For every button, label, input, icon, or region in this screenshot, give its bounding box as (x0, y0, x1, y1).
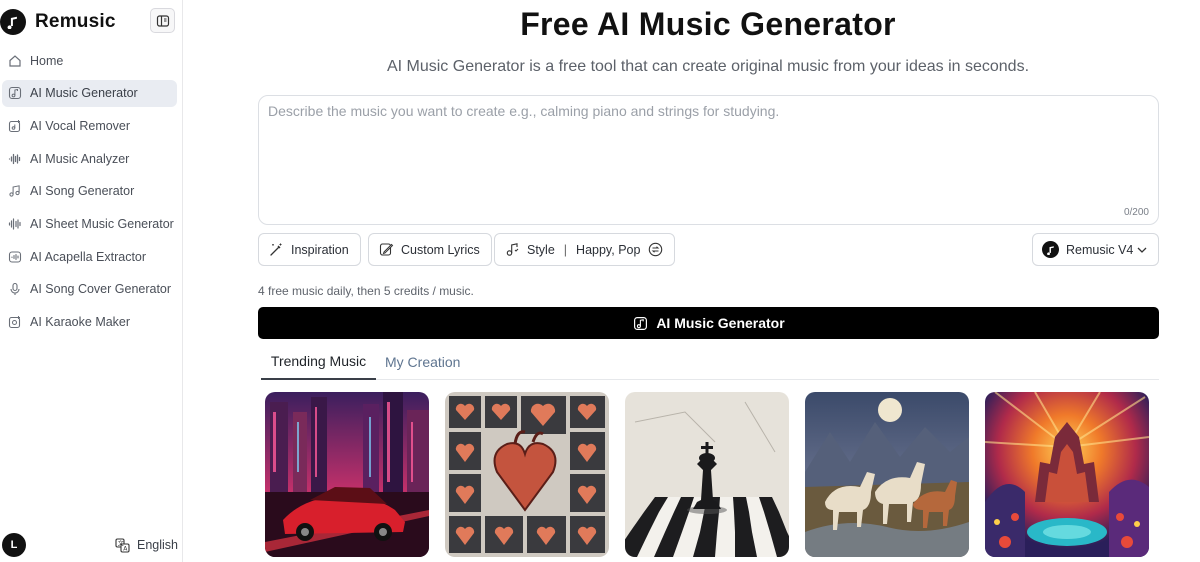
music-style-icon (504, 242, 520, 258)
page-subtitle: AI Music Generator is a free tool that c… (386, 58, 1030, 75)
sidebar-item-ai-music-analyzer[interactable]: AI Music Analyzer (2, 145, 177, 172)
vocal-remover-icon (7, 118, 23, 134)
acapella-icon (7, 249, 23, 265)
style-separator: | (563, 242, 568, 257)
main-content: Free AI Music Generator AI Music Generat… (183, 0, 1200, 562)
page-title: Free AI Music Generator (520, 6, 896, 42)
music-card[interactable] (625, 392, 789, 557)
music-tabs: Trending Music My Creation (261, 344, 1159, 380)
sidebar-item-home[interactable]: Home (2, 47, 177, 74)
home-icon (7, 53, 23, 69)
model-select[interactable]: Remusic V4 (1032, 233, 1159, 266)
sidebar-item-label: AI Karaoke Maker (30, 315, 131, 329)
language-label: English (137, 538, 178, 552)
generate-button-label: AI Music Generator (656, 315, 785, 331)
hearts-grid-thumbnail (445, 392, 609, 557)
sidebar-item-ai-song-cover-generator[interactable]: AI Song Cover Generator (2, 276, 177, 303)
horses-moon-thumbnail (805, 392, 969, 557)
language-selector[interactable]: 文A English (114, 537, 178, 553)
sidebar-item-ai-acapella-extractor[interactable]: AI Acapella Extractor (2, 243, 177, 270)
song-notes-icon (7, 183, 23, 199)
user-avatar[interactable]: L (2, 533, 26, 557)
sidebar-item-ai-music-generator[interactable]: AI Music Generator (2, 79, 177, 107)
music-cards (265, 392, 1160, 562)
waveform-icon (7, 151, 23, 167)
sidebar-item-label: AI Music Generator (30, 86, 138, 101)
psychedelic-temple-thumbnail (985, 392, 1149, 557)
music-card[interactable] (445, 392, 609, 557)
char-counter: 0/200 (1123, 207, 1149, 218)
chess-king-thumbnail (625, 392, 789, 557)
music-card[interactable] (985, 392, 1149, 557)
music-card[interactable] (265, 392, 429, 557)
credits-note: 4 free music daily, then 5 credits / mus… (258, 284, 474, 298)
sidebar-item-label: AI Vocal Remover (30, 118, 131, 133)
style-label: Style (527, 242, 555, 257)
sidebar-item-label: AI Music Analyzer (30, 151, 130, 166)
sidebar-item-label: AI Sheet Music Generator (30, 216, 174, 231)
remusic-model-icon (1042, 241, 1059, 258)
prompt-box: 0/200 (258, 95, 1159, 225)
sheet-waveform-icon (7, 216, 23, 232)
inspiration-label: Inspiration (291, 242, 349, 257)
remusic-logo-icon (0, 9, 26, 35)
shuffle-icon[interactable] (647, 242, 663, 258)
edit-lyrics-icon (378, 242, 394, 258)
sidebar-item-ai-vocal-remover[interactable]: AI Vocal Remover (2, 112, 177, 139)
chevron-down-icon (1137, 247, 1147, 253)
custom-lyrics-label: Custom Lyrics (401, 242, 480, 257)
sidebar-toggle-button[interactable] (150, 8, 175, 33)
generate-button[interactable]: AI Music Generator (258, 307, 1159, 339)
tab-my-creation[interactable]: My Creation (385, 344, 460, 380)
model-select-value: Remusic V4 (1066, 242, 1134, 257)
music-note-icon (632, 315, 648, 331)
custom-lyrics-button[interactable]: Custom Lyrics (368, 233, 492, 266)
microphone-icon (7, 281, 23, 297)
karaoke-icon (7, 314, 23, 330)
sidebar-item-label: AI Song Cover Generator (30, 282, 172, 297)
prompt-input[interactable] (268, 103, 1148, 203)
sidebar: Remusic Home AI Music Generator AI Vocal… (0, 0, 183, 562)
app-name: Remusic (35, 11, 116, 32)
sidebar-item-ai-karaoke-maker[interactable]: AI Karaoke Maker (2, 309, 177, 336)
sidebar-item-label: AI Song Generator (30, 184, 135, 199)
style-selector-button[interactable]: Style | Happy, Pop (494, 233, 676, 266)
sidebar-item-ai-sheet-music-generator[interactable]: AI Sheet Music Generator (2, 210, 177, 237)
style-value: Happy, Pop (576, 242, 641, 257)
translate-icon: 文A (114, 537, 130, 553)
magic-wand-icon (268, 242, 284, 258)
sidebar-nav: Home AI Music Generator AI Vocal Remover… (0, 47, 183, 341)
neon-city-car-thumbnail (265, 392, 429, 557)
sidebar-item-label: Home (30, 53, 64, 68)
sidebar-panel-icon (156, 14, 169, 27)
brand[interactable]: Remusic (0, 8, 116, 36)
music-card[interactable] (805, 392, 969, 557)
sidebar-item-label: AI Acapella Extractor (30, 249, 147, 264)
music-note-icon (7, 85, 23, 101)
sidebar-item-ai-song-generator[interactable]: AI Song Generator (2, 178, 177, 205)
tab-trending-music[interactable]: Trending Music (261, 344, 376, 380)
inspiration-button[interactable]: Inspiration (258, 233, 361, 266)
